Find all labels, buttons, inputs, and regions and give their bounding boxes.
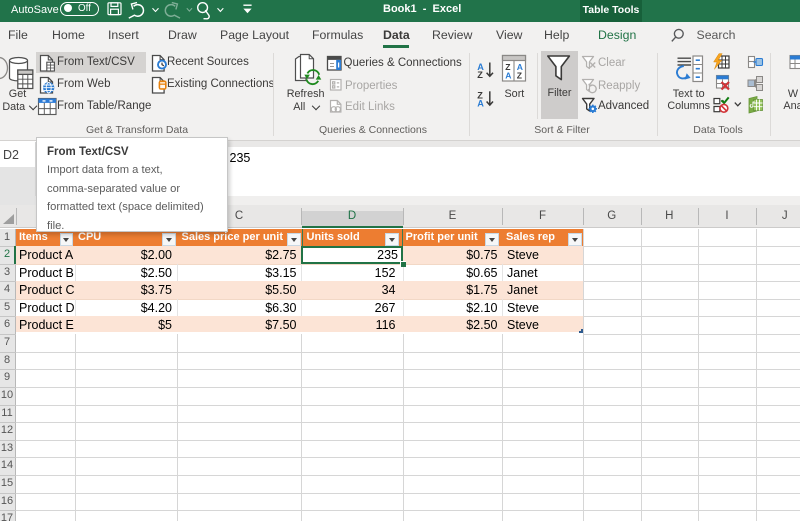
svg-text:A: A	[477, 99, 484, 109]
svg-text:Z: Z	[477, 70, 483, 80]
svg-text:Z: Z	[517, 71, 522, 81]
svg-text:A: A	[505, 71, 511, 81]
